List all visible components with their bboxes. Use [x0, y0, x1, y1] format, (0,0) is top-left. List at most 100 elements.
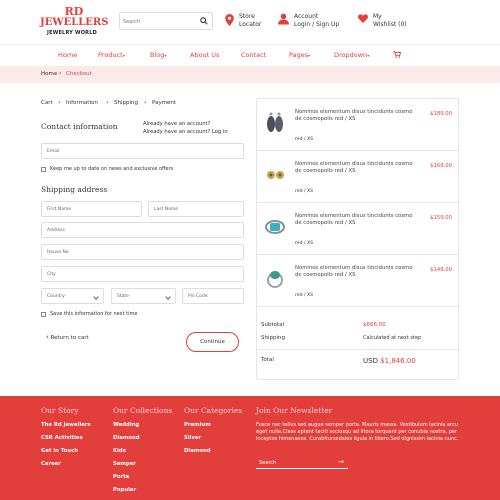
- chevron-left-icon: ‹: [46, 333, 49, 341]
- footer: Our Story The Rd Jewellers CSR Activitie…: [0, 396, 500, 500]
- city-field[interactable]: City: [41, 266, 244, 282]
- address-placeholder: Address: [47, 228, 65, 233]
- heart-icon: [358, 14, 368, 23]
- search-box[interactable]: [119, 12, 213, 30]
- caret-down-icon: ▾: [164, 53, 167, 58]
- contact-title: Contact information: [41, 122, 118, 131]
- address-field[interactable]: Address: [41, 222, 244, 238]
- cart-icon[interactable]: [393, 51, 401, 58]
- arrow-right-icon[interactable]: →: [338, 458, 344, 466]
- return-to-cart-label: Return to cart: [50, 335, 89, 341]
- footer-link[interactable]: The Rd Jewellers: [41, 422, 91, 428]
- total-amount: USD $1,846.00: [363, 357, 416, 365]
- item-variant: red / XS: [295, 189, 314, 194]
- last-name-field[interactable]: Last Name: [148, 201, 244, 217]
- footer-categories-title: Our Categories: [184, 406, 243, 415]
- nav-blog[interactable]: Blog▾: [150, 51, 166, 59]
- logo-line2[interactable]: JEWELLERS: [40, 17, 108, 29]
- pin-field[interactable]: Pin Code: [182, 288, 244, 304]
- login-link[interactable]: Log in: [212, 129, 228, 135]
- footer-link[interactable]: CSR Activities: [41, 435, 83, 441]
- logo-line1[interactable]: RD: [54, 6, 94, 17]
- house-placeholder: House No: [47, 250, 69, 255]
- footer-link[interactable]: Diamond: [113, 435, 140, 441]
- item-variant: red / XS: [295, 241, 314, 246]
- account-line2: Login / Sign Up: [294, 21, 340, 28]
- search-input[interactable]: [123, 16, 197, 27]
- footer-link[interactable]: Get in Touch: [41, 448, 78, 454]
- bracelet-image: [265, 220, 285, 234]
- nav-contact[interactable]: Contact: [241, 51, 266, 59]
- country-select[interactable]: Country: [41, 288, 104, 304]
- user-icon: [278, 13, 289, 25]
- nav-pages[interactable]: Pages▾: [289, 51, 310, 59]
- footer-link[interactable]: Premium: [184, 422, 211, 428]
- nav-dropdown-label: Dropdown: [334, 51, 368, 59]
- continue-button[interactable]: Continue: [186, 332, 239, 352]
- order-item: Nominos elementum disus tincidunts cosmo…: [257, 203, 458, 255]
- store-locator-line1: Store: [239, 13, 255, 20]
- email-field[interactable]: Email: [41, 143, 244, 159]
- nav-dropdown[interactable]: Dropdown▾: [334, 51, 369, 59]
- footer-link[interactable]: Wedding: [113, 422, 139, 428]
- nav-home[interactable]: Home: [58, 51, 77, 59]
- earring-image: [267, 112, 283, 132]
- nav-about[interactable]: About Us: [190, 51, 219, 59]
- newsletter-checkbox[interactable]: [41, 167, 46, 172]
- nav-pages-label: Pages: [289, 51, 309, 59]
- save-info-label: Save this information for next time: [50, 311, 138, 317]
- return-to-cart-link[interactable]: ‹ Return to cart: [46, 333, 89, 341]
- logo-tagline: JEWELRY WORLD: [47, 30, 97, 36]
- first-name-field[interactable]: First Name: [41, 201, 142, 217]
- step-shipping[interactable]: Shipping: [114, 100, 138, 106]
- earring-image: [267, 171, 284, 179]
- ring-image: [267, 271, 283, 288]
- footer-story-title: Our Story: [41, 406, 79, 415]
- footer-newsletter-title: Join Our Newsletter: [256, 406, 333, 415]
- step-cart[interactable]: Cart: [41, 100, 53, 106]
- footer-link[interactable]: Semper: [113, 461, 136, 467]
- item-price: $159.00: [430, 215, 452, 221]
- subtotal-value: $666.00: [363, 322, 386, 328]
- item-name: Nominos elementum disus tincidunts cosmo…: [295, 161, 413, 174]
- search-icon[interactable]: [200, 17, 208, 25]
- save-info-checkbox[interactable]: [41, 312, 46, 317]
- order-item: Nominos elementum disus tincidunts cosmo…: [257, 151, 458, 203]
- city-placeholder: City: [47, 272, 56, 277]
- chevron-right-icon: ›: [59, 70, 62, 77]
- subtotal-label: Subtotal: [261, 322, 285, 328]
- footer-link[interactable]: Porta: [113, 474, 129, 480]
- order-item: Nominos elementum disus tincidunts cosmo…: [257, 99, 458, 151]
- summary-divider: [257, 349, 458, 350]
- last-name-placeholder: Last Name: [154, 207, 179, 212]
- pin-placeholder: Pin Code: [188, 294, 208, 299]
- state-select[interactable]: State: [111, 288, 176, 304]
- step-payment[interactable]: Payment: [152, 100, 176, 106]
- newsletter-input[interactable]: Search →: [256, 458, 348, 469]
- item-name: Nominos elementum disus tincidunts cosmo…: [295, 265, 413, 278]
- shipping-title: Shipping address: [41, 185, 108, 194]
- shipping-value: Calculated at next step: [363, 335, 422, 341]
- footer-link[interactable]: Career: [41, 461, 61, 467]
- newsletter-label: Keep me up to date on news and exclusive…: [50, 166, 174, 172]
- nav-blog-label: Blog: [150, 51, 165, 59]
- footer-link[interactable]: Diamond: [184, 448, 211, 454]
- step-information[interactable]: Information: [66, 100, 98, 106]
- newsletter-placeholder: Search: [259, 460, 277, 466]
- footer-link[interactable]: Kids: [113, 448, 126, 454]
- have-account-text: Already have an account?: [143, 121, 211, 127]
- total-value: $1,846.00: [380, 357, 416, 365]
- chevron-right-icon: ›: [58, 99, 61, 106]
- email-placeholder: Email: [47, 149, 60, 154]
- total-currency: USD: [363, 357, 378, 365]
- map-pin-icon: [225, 14, 234, 26]
- item-price: $189.00: [430, 111, 452, 117]
- breadcrumb: Home › Checkout: [0, 66, 500, 83]
- breadcrumb-home[interactable]: Home: [41, 71, 57, 77]
- footer-link[interactable]: Silver: [184, 435, 201, 441]
- footer-link[interactable]: Popular: [113, 487, 136, 493]
- item-variant: red / XS: [295, 293, 314, 298]
- house-field[interactable]: House No: [41, 244, 244, 260]
- nav-product[interactable]: Product▾: [98, 51, 125, 59]
- chevron-right-icon: ›: [144, 99, 147, 106]
